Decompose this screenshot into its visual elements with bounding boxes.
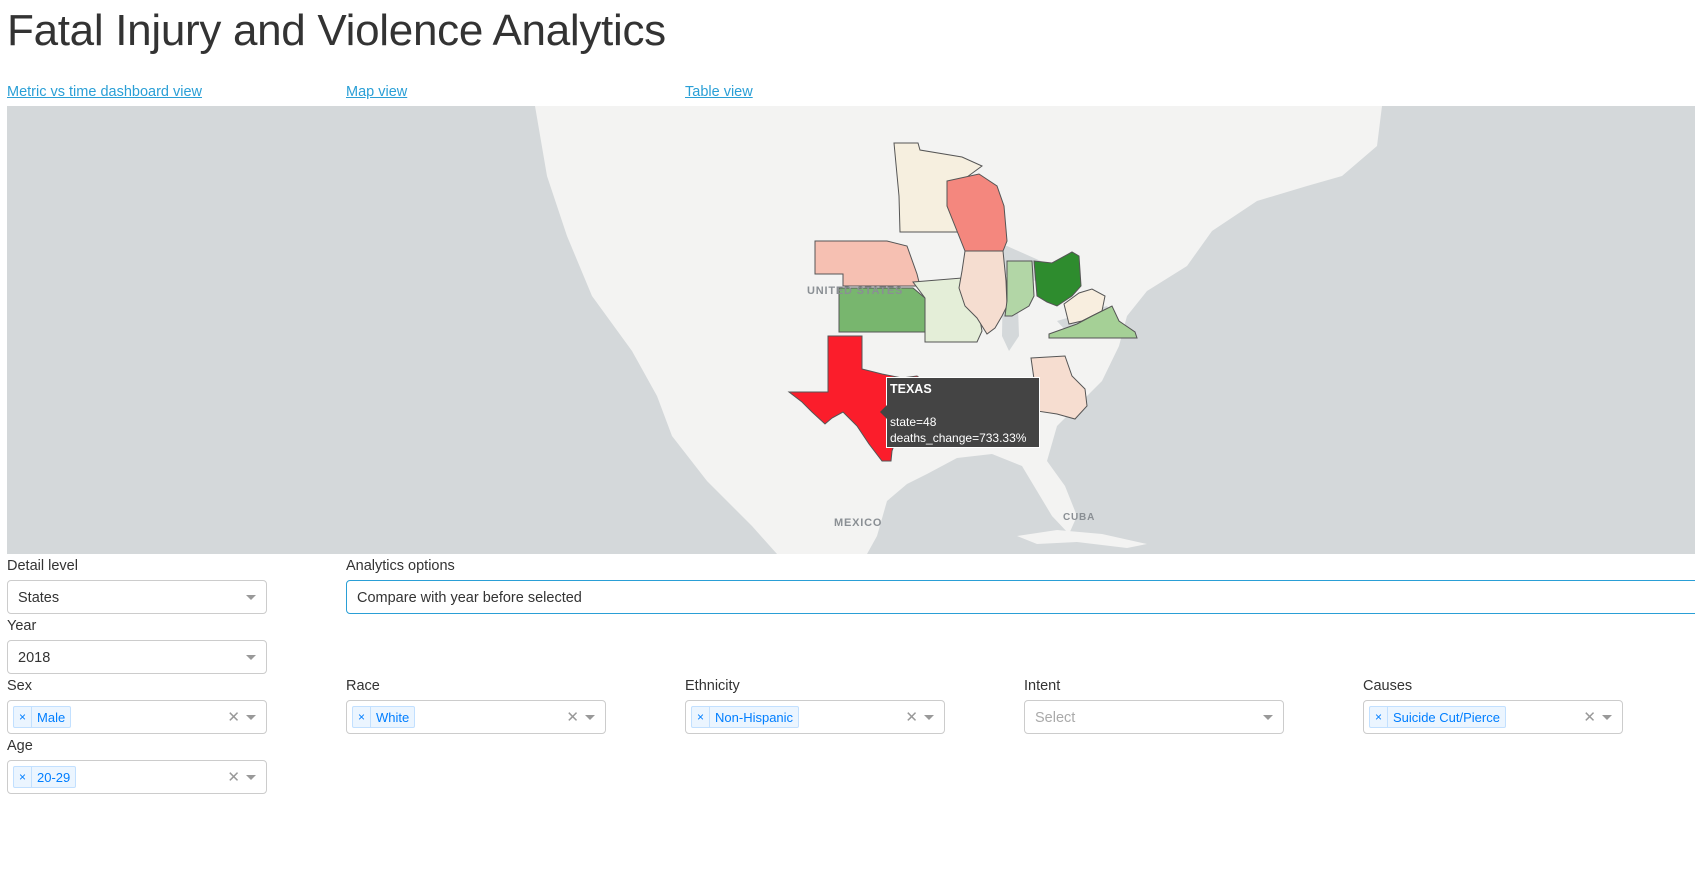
race-label: Race <box>346 678 380 694</box>
choropleth-map[interactable]: UNITED STATES MEXICO CUBA <box>7 106 1695 554</box>
detail-level-value: States <box>18 590 60 606</box>
intent-placeholder: Select <box>1035 710 1076 726</box>
sex-tag: × Male <box>13 706 72 728</box>
map-label-us: UNITED STATES <box>807 285 903 297</box>
intent-select[interactable]: Select <box>1024 700 1284 734</box>
causes-label: Causes <box>1363 678 1413 694</box>
race-tag: × White <box>352 706 416 728</box>
age-tag-label: 20-29 <box>37 769 71 785</box>
remove-tag-icon[interactable]: × <box>692 707 711 727</box>
tooltip-deaths-change: deaths_change=733.33% <box>890 431 1027 445</box>
remove-tag-icon[interactable]: × <box>14 707 33 727</box>
causes-multiselect[interactable]: × Suicide Cut/Pierce ✕ <box>1363 700 1623 734</box>
year-value: 2018 <box>18 650 51 666</box>
causes-tag-label: Suicide Cut/Pierce <box>1393 709 1500 725</box>
race-tag-label: White <box>376 709 410 725</box>
sex-label: Sex <box>7 678 32 694</box>
map-hover-tooltip: TEXAS state=48 deaths_change=733.33% <box>880 377 1040 448</box>
age-tag: × 20-29 <box>13 766 77 788</box>
age-label: Age <box>7 738 33 754</box>
ethnicity-multiselect[interactable]: × Non-Hispanic ✕ <box>685 700 945 734</box>
chevron-down-icon[interactable] <box>585 715 595 720</box>
chevron-down-icon[interactable] <box>1602 715 1612 720</box>
detail-level-label: Detail level <box>7 558 78 574</box>
clear-icon[interactable]: ✕ <box>227 768 240 786</box>
sex-multiselect[interactable]: × Male ✕ <box>7 700 267 734</box>
map-label-cuba: CUBA <box>1063 512 1095 523</box>
chevron-down-icon[interactable] <box>924 715 934 720</box>
tooltip-arrow <box>880 405 887 419</box>
age-multiselect[interactable]: × 20-29 ✕ <box>7 760 267 794</box>
remove-tag-icon[interactable]: × <box>353 707 372 727</box>
year-select[interactable]: 2018 <box>7 640 267 674</box>
sex-tag-label: Male <box>37 709 66 725</box>
analytics-options-select[interactable]: Compare with year before selected <box>346 580 1695 614</box>
clear-icon[interactable]: ✕ <box>566 708 579 726</box>
page-title: Fatal Injury and Violence Analytics <box>7 6 666 55</box>
tooltip-state: state=48 <box>890 415 937 429</box>
analytics-options-value: Compare with year before selected <box>357 590 582 606</box>
year-label: Year <box>7 618 37 634</box>
clear-icon[interactable]: ✕ <box>905 708 918 726</box>
analytics-options-label: Analytics options <box>346 558 455 574</box>
causes-tag: × Suicide Cut/Pierce <box>1369 706 1506 728</box>
remove-tag-icon[interactable]: × <box>1370 707 1389 727</box>
ethnicity-tag-label: Non-Hispanic <box>715 709 794 725</box>
clear-icon[interactable]: ✕ <box>227 708 240 726</box>
map-label-mexico: MEXICO <box>834 517 882 529</box>
intent-label: Intent <box>1024 678 1061 694</box>
chevron-down-icon[interactable] <box>246 595 256 600</box>
nav-link-map-view[interactable]: Map view <box>346 84 407 100</box>
detail-level-select[interactable]: States <box>7 580 267 614</box>
race-multiselect[interactable]: × White ✕ <box>346 700 606 734</box>
map-canvas[interactable]: UNITED STATES MEXICO CUBA <box>7 106 1695 554</box>
ethnicity-label: Ethnicity <box>685 678 740 694</box>
chevron-down-icon[interactable] <box>1263 715 1273 720</box>
chevron-down-icon[interactable] <box>246 715 256 720</box>
tooltip-title: TEXAS <box>890 382 932 396</box>
chevron-down-icon[interactable] <box>246 775 256 780</box>
nav-link-metric-vs-time[interactable]: Metric vs time dashboard view <box>7 84 202 100</box>
clear-icon[interactable]: ✕ <box>1583 708 1596 726</box>
nav-link-table-view[interactable]: Table view <box>685 84 753 100</box>
ethnicity-tag: × Non-Hispanic <box>691 706 800 728</box>
remove-tag-icon[interactable]: × <box>14 767 33 787</box>
chevron-down-icon[interactable] <box>246 655 256 660</box>
